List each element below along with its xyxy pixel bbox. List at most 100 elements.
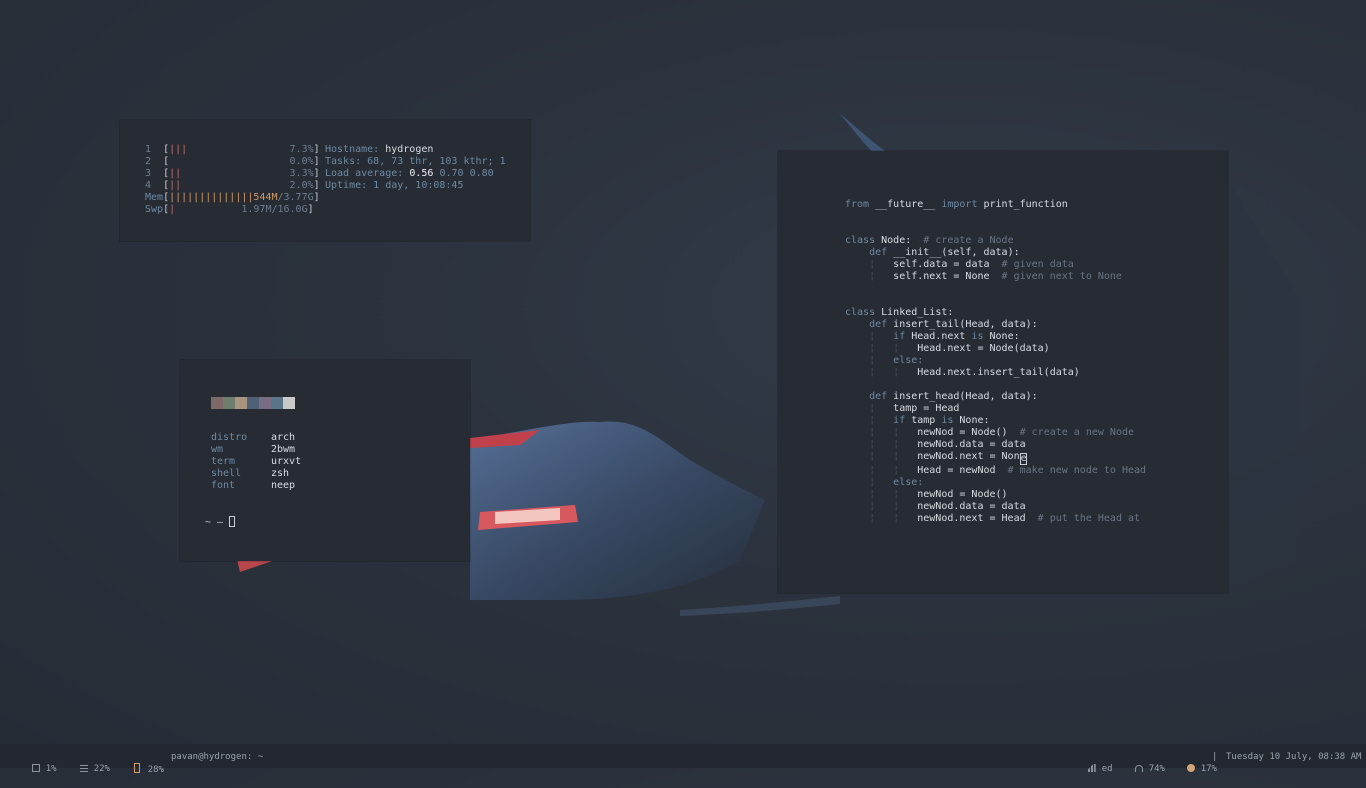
- info-value: urxvt: [271, 456, 302, 467]
- code-line: ¦ ¦ newNod = Node(): [845, 489, 1146, 501]
- indent-guide: ¦ ¦: [845, 451, 918, 462]
- cpu-widget[interactable]: 1%: [10, 751, 57, 774]
- info-key: wm: [211, 444, 224, 455]
- code-line: from __future__ import print_function: [845, 199, 1146, 211]
- volume-widget[interactable]: 74%: [1113, 751, 1165, 774]
- memory-meter: Mem[||||||||||||||544M/3.77G]: [145, 192, 320, 203]
- tasks-info: Tasks: 68, 73 thr, 103 kthr; 1: [325, 156, 506, 167]
- info-key: shell: [211, 468, 242, 479]
- battery-widget[interactable]: 28%: [112, 751, 164, 775]
- code-text: print_function: [977, 199, 1068, 210]
- code-text: newNod = Node(): [917, 427, 1020, 438]
- code-line: ¦ ¦ newNod.data = data: [845, 501, 1146, 513]
- brightness-icon: [1186, 764, 1195, 772]
- neofetch-terminal-window[interactable]: distro arch wm 2bwm term urxvt shell zsh fon…: [180, 360, 470, 561]
- brightness-widget[interactable]: 17%: [1165, 751, 1217, 774]
- color-swatch: [271, 397, 283, 409]
- battery-icon: [133, 763, 140, 773]
- info-value: neep: [271, 480, 296, 491]
- indent-guide: ¦ ¦: [845, 489, 918, 500]
- separator: |: [1212, 752, 1218, 762]
- code-text: self.next = None: [893, 271, 1002, 282]
- code-line: ¦ else:: [845, 355, 1146, 367]
- text-cursor: e: [1019, 453, 1027, 465]
- code-text: newNod.next = Head: [917, 513, 1038, 524]
- headphones-icon: [1134, 765, 1143, 772]
- code-keyword: from: [845, 199, 870, 210]
- memory-widget[interactable]: 22%: [58, 751, 110, 774]
- info-value: zsh: [271, 468, 290, 479]
- htop-window[interactable]: 1 [||| 7.3%] 2 [ 0.0%] 3 [|| 3.3%] 4 [||…: [120, 120, 530, 241]
- info-key: font: [211, 480, 236, 491]
- color-swatch: [223, 397, 235, 409]
- info-value: arch: [271, 432, 296, 443]
- cpu-meter-row: 1 [||| 7.3%]: [145, 144, 320, 155]
- memory-icon: [79, 764, 88, 772]
- indent-guide: ¦: [845, 259, 894, 270]
- code-line: ¦ ¦ Head.next = Node(data): [845, 343, 1146, 355]
- code-line: ¦ ¦ newNod = Node() # create a new Node: [845, 427, 1146, 439]
- load-average-info: Load average: 0.56 0.70 0.80: [325, 168, 494, 179]
- code-line: ¦ else:: [845, 477, 1146, 489]
- code-keyword: if: [893, 331, 906, 342]
- cpu-icon: [31, 764, 40, 772]
- code-line: ¦ self.next = None # given next to None: [845, 271, 1146, 283]
- code-keyword: import: [941, 199, 978, 210]
- info-value: 2bwm: [271, 444, 296, 455]
- window-title: pavan@hydrogen: ~: [171, 752, 264, 762]
- code-line: ¦ ¦ newNod.next = Head # put the Head at: [845, 513, 1146, 525]
- code-text: __init__(self, data):: [887, 247, 1020, 258]
- code-text: Head.next: [905, 331, 972, 342]
- indent-guide: ¦: [845, 271, 894, 282]
- indent-guide: ¦ ¦: [845, 427, 918, 438]
- code-keyword: is: [971, 331, 984, 342]
- code-text: None:: [983, 331, 1020, 342]
- indent-guide: ¦: [845, 477, 894, 488]
- code-keyword: if: [893, 415, 906, 426]
- code-text: Linked_List:: [875, 307, 954, 318]
- code-text: insert_tail(Head, data):: [887, 319, 1038, 330]
- code-text: newNod.data = data: [917, 439, 1026, 450]
- indent-guide: ¦ ¦: [845, 343, 918, 354]
- code-line: ¦ ¦ Head = newNod # make new node to Hea…: [845, 465, 1146, 477]
- code-line: ¦ tamp = Head: [845, 403, 1146, 415]
- indent-guide: ¦: [845, 415, 894, 426]
- color-swatch: [211, 397, 223, 409]
- workspace-widget[interactable]: ed: [1066, 751, 1113, 774]
- code-buffer[interactable]: from __future__ import print_function cl…: [845, 199, 1146, 525]
- code-comment: # given next to None: [1001, 271, 1122, 282]
- code-line: ¦ ¦ Head.next.insert_tail(data): [845, 367, 1146, 379]
- code-line: def insert_tail(Head, data):: [845, 319, 1146, 331]
- cpu-meter-row: 4 [|| 2.0%]: [145, 180, 320, 191]
- cpu-meter-row: 3 [|| 3.3%]: [145, 168, 320, 179]
- code-keyword: class: [845, 235, 876, 246]
- color-swatch: [235, 397, 247, 409]
- code-comment: # create a new Node: [1019, 427, 1134, 438]
- terminal-cursor: [229, 516, 236, 527]
- signal-bars-icon: [1087, 764, 1096, 772]
- code-text: __future__: [869, 199, 942, 210]
- uptime-info: Uptime: 1 day, 10:08:45: [325, 180, 464, 191]
- code-keyword: def: [845, 319, 888, 330]
- code-keyword: class: [845, 307, 876, 318]
- code-keyword: def: [845, 247, 888, 258]
- swap-meter: Swp[| 1.97M/16.0G]: [145, 204, 314, 215]
- clock[interactable]: Tuesday 10 July, 08:38 AM: [1226, 751, 1361, 763]
- code-editor-window[interactable]: from __future__ import print_function cl…: [778, 151, 1228, 593]
- indent-guide: ¦ ¦: [845, 501, 918, 512]
- code-text: Head.next.insert_tail(data): [917, 367, 1080, 378]
- indent-guide: ¦ ¦: [845, 367, 918, 378]
- code-comment: # put the Head at: [1037, 513, 1141, 524]
- code-line: ¦ ¦ newNod.data = data: [845, 439, 1146, 451]
- code-text: newNod.next = Non: [917, 451, 1020, 462]
- system-info: distro arch wm 2bwm term urxvt shell zsh fon…: [211, 432, 301, 492]
- code-text: newNod = Node(): [917, 489, 1008, 500]
- shell-prompt[interactable]: ~ —: [205, 516, 236, 529]
- info-key: term: [211, 456, 236, 467]
- code-keyword: else:: [893, 477, 924, 488]
- indent-guide: ¦: [845, 331, 894, 342]
- code-text: None:: [953, 415, 990, 426]
- code-text: Node:: [875, 235, 924, 246]
